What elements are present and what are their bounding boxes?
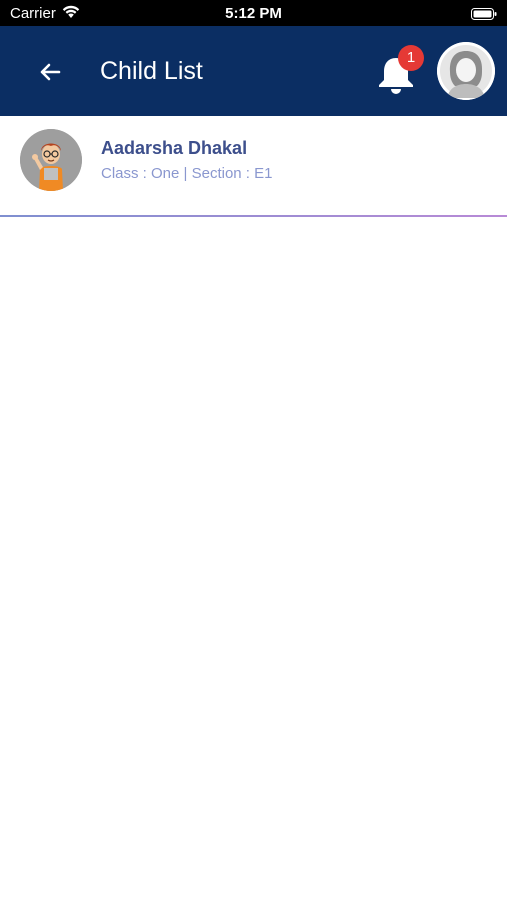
list-divider <box>0 215 507 217</box>
arrow-left-icon <box>40 63 61 81</box>
page-title: Child List <box>100 57 203 85</box>
child-avatar <box>20 129 82 191</box>
profile-avatar[interactable] <box>437 42 495 100</box>
child-class-section: Class : One | Section : E1 <box>101 165 273 182</box>
user-avatar-icon <box>437 42 495 100</box>
notification-badge: 1 <box>398 45 424 71</box>
child-list-item[interactable]: Aadarsha Dhakal Class : One | Section : … <box>0 116 507 216</box>
back-button[interactable] <box>32 54 68 90</box>
battery-icon <box>471 7 497 20</box>
status-bar: Carrier 5:12 PM <box>0 0 507 26</box>
boy-cartoon-avatar-icon <box>20 129 82 191</box>
status-time: 5:12 PM <box>225 5 282 22</box>
app-header: Child List 1 <box>0 26 507 116</box>
child-name: Aadarsha Dhakal <box>101 138 248 158</box>
